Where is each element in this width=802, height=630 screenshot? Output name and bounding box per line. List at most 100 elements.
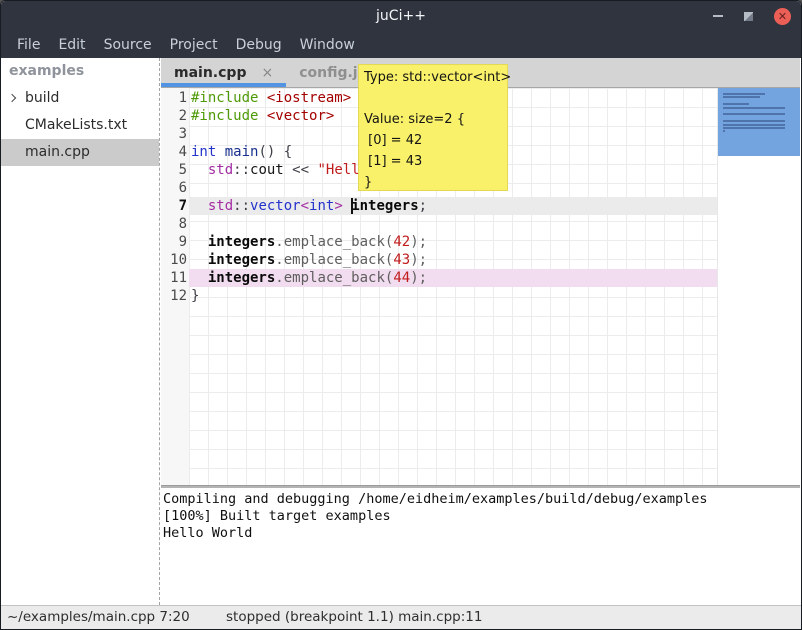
code-token — [258, 108, 266, 124]
code-token: :: — [233, 162, 250, 178]
minimap-code-line — [723, 103, 749, 105]
minimap-code-line — [723, 93, 765, 95]
line-number[interactable]: 2 — [161, 107, 187, 125]
line-number-gutter[interactable]: 123456789101112 — [161, 88, 189, 485]
minimap-code-line — [723, 120, 785, 122]
code-token: integers — [351, 198, 418, 214]
code-token: 44 — [393, 270, 410, 286]
restore-icon[interactable] — [744, 12, 753, 21]
code-line[interactable]: #include <iostream> — [191, 89, 351, 107]
sidebar-item-build[interactable]: build — [1, 85, 159, 112]
minimap-code-line — [723, 130, 725, 132]
code-token — [191, 162, 208, 178]
line-number[interactable]: 3 — [161, 125, 187, 143]
line-number[interactable]: 11 — [161, 269, 187, 287]
code-token — [216, 144, 224, 160]
line-number[interactable]: 4 — [161, 143, 187, 161]
code-token — [284, 162, 292, 178]
code-token: ; — [419, 198, 427, 214]
code-token: integers — [208, 234, 275, 250]
code-token: . — [275, 270, 283, 286]
code-token: ); — [410, 252, 427, 268]
tab-close-icon[interactable]: × — [261, 66, 273, 80]
code-token — [191, 234, 208, 250]
code-token: () { — [258, 144, 292, 160]
code-token: integers — [208, 252, 275, 268]
minimap-code-line — [723, 124, 785, 126]
code-token: emplace_back — [284, 234, 385, 250]
text-caret — [351, 198, 353, 214]
line-number[interactable]: 9 — [161, 233, 187, 251]
code-token: int — [191, 144, 216, 160]
menu-item-window[interactable]: Window — [291, 33, 364, 57]
tab-main-cpp[interactable]: main.cpp × — [161, 58, 286, 87]
terminal-line: [100%] Built target examples — [163, 508, 800, 525]
code-line[interactable]: } — [191, 287, 199, 305]
line-number[interactable]: 6 — [161, 179, 187, 197]
statusbar-debug-status: stopped (breakpoint 1.1) main.cpp:11 — [226, 606, 482, 629]
line-number[interactable]: 1 — [161, 89, 187, 107]
code-token: integers — [208, 270, 275, 286]
code-token: <iostream> — [267, 90, 351, 106]
tooltip-line: [0] = 42 — [364, 130, 507, 151]
line-number[interactable]: 7 — [161, 197, 187, 215]
code-token — [191, 270, 208, 286]
code-token — [191, 252, 208, 268]
terminal-output[interactable]: Compiling and debugging /home/eidheim/ex… — [161, 488, 800, 605]
code-token: << — [292, 162, 309, 178]
code-token: :: — [233, 198, 250, 214]
code-token — [191, 198, 208, 214]
code-line[interactable]: int main() { — [191, 143, 292, 161]
tooltip-line: [1] = 43 — [364, 151, 507, 172]
code-token: ); — [410, 234, 427, 250]
code-line[interactable]: #include <vector> — [191, 107, 334, 125]
menu-item-file[interactable]: File — [8, 33, 49, 57]
menubar: FileEditSourceProjectDebugWindow — [1, 31, 801, 58]
minimap[interactable] — [717, 88, 800, 485]
code-line[interactable]: integers.emplace_back(43); — [191, 251, 427, 269]
menu-item-edit[interactable]: Edit — [49, 33, 94, 57]
minimap-code-line — [723, 96, 760, 98]
minimap-viewport[interactable] — [718, 88, 800, 156]
line-number[interactable]: 12 — [161, 287, 187, 305]
tab-label: main.cpp — [174, 65, 246, 81]
sidebar-item-main-cpp[interactable]: main.cpp — [1, 139, 159, 166]
code-token: < — [301, 198, 309, 214]
terminal-line: Compiling and debugging /home/eidheim/ex… — [163, 491, 800, 508]
sidebar-item-cmakelists-txt[interactable]: CMakeLists.txt — [1, 112, 159, 139]
minimize-icon[interactable] — [713, 15, 723, 17]
window-controls: ✕ — [713, 1, 791, 31]
line-number[interactable]: 8 — [161, 215, 187, 233]
project-name-header: examples — [1, 58, 159, 85]
code-token: main — [225, 144, 259, 160]
line-number[interactable]: 10 — [161, 251, 187, 269]
terminal-line: Hello World — [163, 525, 800, 542]
code-token: > — [334, 198, 342, 214]
line-number[interactable]: 5 — [161, 161, 187, 179]
code-token: std — [208, 198, 233, 214]
code-line[interactable]: std::vector<int> integers; — [191, 197, 427, 215]
statusbar-file-location: ~/examples/main.cpp 7:20 — [7, 606, 190, 629]
code-line[interactable]: integers.emplace_back(42); — [191, 233, 427, 251]
code-line[interactable]: integers.emplace_back(44); — [191, 269, 427, 287]
debug-value-tooltip: Type: std::vector<int>Value: size=2 { [0… — [358, 64, 508, 191]
code-token: std — [208, 162, 233, 178]
code-token: . — [275, 234, 283, 250]
expander-chevron-icon[interactable] — [8, 94, 16, 102]
tooltip-line: Value: size=2 { — [364, 109, 507, 130]
statusbar: ~/examples/main.cpp 7:20 stopped (breakp… — [1, 605, 801, 629]
menu-item-project[interactable]: Project — [161, 33, 227, 57]
menu-item-source[interactable]: Source — [95, 33, 161, 57]
window-title: juCi++ — [1, 1, 801, 31]
close-icon[interactable]: ✕ — [774, 8, 791, 25]
minimap-code-line — [723, 107, 785, 109]
tooltip-line: Type: std::vector<int> — [364, 67, 507, 88]
code-token — [343, 198, 351, 214]
code-token: emplace_back — [284, 270, 385, 286]
tooltip-line — [364, 88, 507, 109]
file-tree-sidebar[interactable]: examples buildCMakeLists.txtmain.cpp — [1, 58, 160, 605]
menu-item-debug[interactable]: Debug — [227, 33, 291, 57]
code-token: 43 — [393, 252, 410, 268]
code-token: ); — [410, 270, 427, 286]
code-token: <vector> — [267, 108, 334, 124]
